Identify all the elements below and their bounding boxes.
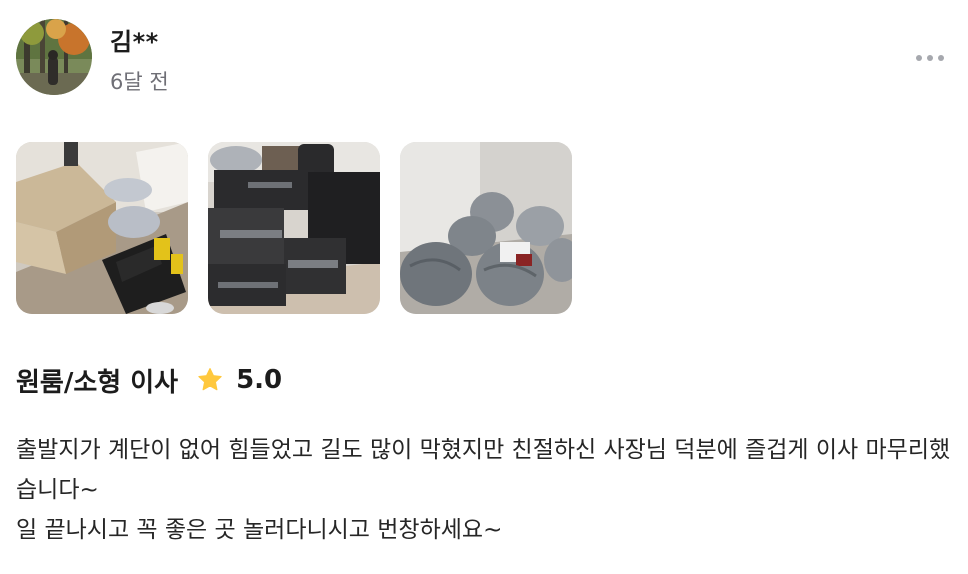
review-title-row: 원룸/소형 이사 5.0 [16,360,282,400]
service-title: 원룸/소형 이사 [16,367,179,398]
more-dot [938,55,944,61]
review-photos [16,142,572,314]
rating-value: 5.0 [236,365,283,395]
more-horizontal-icon [916,55,922,61]
photo-bags-image [400,142,572,314]
review-photo-2[interactable] [208,142,380,314]
review-photo-3[interactable] [400,142,572,314]
user-avatar[interactable] [16,19,92,95]
photo-boxes-image [16,142,188,314]
user-name: 김** [110,28,159,56]
review-photo-1[interactable] [16,142,188,314]
avatar-image [16,19,92,95]
review-text-line: 출발지가 계단이 없어 힘들었고 길도 많이 막혔지만 친절하신 사장님 덕분에… [16,437,951,503]
post-time: 6달 전 [110,70,169,94]
more-options-button[interactable] [908,44,952,72]
more-dot [927,55,933,61]
photo-stacked-boxes-image [208,142,380,314]
star-icon [196,366,224,394]
review-text-line: 일 끝나시고 꼭 좋은 곳 놀러다니시고 번창하세요~ [16,517,503,543]
review-text: 출발지가 계단이 없어 힘들었고 길도 많이 막혔지만 친절하신 사장님 덕분에… [16,430,956,550]
review-card: 김** 6달 전 원룸/소형 이사 5.0 출발지가 계단이 없어 힘들었고 길… [0,0,968,574]
